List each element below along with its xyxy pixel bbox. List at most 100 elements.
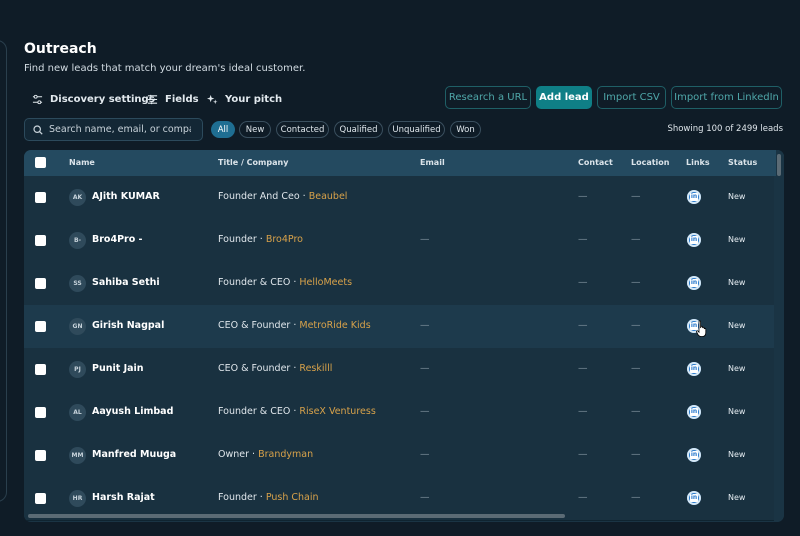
- location-empty: —: [631, 492, 641, 503]
- lead-company[interactable]: HelloMeets: [299, 277, 352, 288]
- row-checkbox[interactable]: [35, 364, 46, 375]
- row-checkbox[interactable]: [35, 192, 46, 203]
- linkedin-icon[interactable]: in: [687, 448, 701, 462]
- filter-new[interactable]: New: [239, 121, 271, 138]
- header-location[interactable]: Location: [631, 158, 670, 167]
- lead-company[interactable]: MetroRide Kids: [299, 320, 370, 331]
- header-contact[interactable]: Contact: [578, 158, 613, 167]
- table-row[interactable]: PJ Punit Jain CEO & Founder · Reskilll —…: [24, 348, 774, 392]
- row-checkbox[interactable]: [35, 235, 46, 246]
- linkedin-icon[interactable]: in: [687, 405, 701, 419]
- table-row[interactable]: B- Bro4Pro - Founder · Bro4Pro — — — in …: [24, 219, 774, 263]
- discovery-settings-label: Discovery settings: [50, 93, 155, 105]
- research-url-button[interactable]: Research a URL: [445, 86, 531, 109]
- email-empty: —: [420, 449, 430, 460]
- linkedin-icon[interactable]: in: [687, 233, 701, 247]
- linkedin-icon[interactable]: in: [687, 276, 701, 290]
- table-row[interactable]: AK AJith KUMAR Founder And Ceo · Beaubel…: [24, 176, 774, 220]
- search-icon: [33, 124, 43, 135]
- import-csv-button[interactable]: Import CSV: [597, 86, 666, 109]
- linkedin-icon[interactable]: in: [687, 491, 701, 505]
- avatar: MM: [69, 447, 86, 464]
- lead-company[interactable]: Brandyman: [258, 449, 313, 460]
- lead-title: Owner: [218, 449, 250, 460]
- title-company: CEO & Founder · MetroRide Kids: [218, 320, 371, 331]
- discovery-settings-button[interactable]: Discovery settings: [32, 92, 155, 106]
- lead-name[interactable]: AJith KUMAR: [92, 191, 160, 202]
- lead-name[interactable]: Girish Nagpal: [92, 320, 164, 331]
- avatar: AK: [69, 189, 86, 206]
- select-all-checkbox[interactable]: [35, 157, 46, 168]
- lead-title: Founder & CEO: [218, 277, 291, 288]
- title-company: Owner · Brandyman: [218, 449, 314, 460]
- status-badge: New: [728, 278, 746, 287]
- avatar: B-: [69, 232, 86, 249]
- your-pitch-label: Your pitch: [225, 93, 283, 105]
- header-status[interactable]: Status: [728, 158, 757, 167]
- avatar: SS: [69, 275, 86, 292]
- contact-empty: —: [578, 277, 588, 288]
- search-box[interactable]: [24, 118, 203, 141]
- lead-company[interactable]: Bro4Pro: [266, 234, 303, 245]
- header-name[interactable]: Name: [69, 158, 95, 167]
- search-input[interactable]: [49, 124, 191, 135]
- linkedin-icon[interactable]: in: [687, 190, 701, 204]
- table-row[interactable]: AL Aayush Limbad Founder & CEO · RiseX V…: [24, 391, 774, 435]
- header-title-company[interactable]: Title / Company: [218, 158, 288, 167]
- lead-company[interactable]: Beaubel: [309, 191, 348, 202]
- lead-name[interactable]: Harsh Rajat: [92, 492, 155, 503]
- header-email[interactable]: Email: [420, 158, 445, 167]
- row-checkbox[interactable]: [35, 407, 46, 418]
- row-checkbox[interactable]: [35, 278, 46, 289]
- title-company: Founder & CEO · RiseX Venturess: [218, 406, 376, 417]
- row-checkbox[interactable]: [35, 321, 46, 332]
- contact-empty: —: [578, 492, 588, 503]
- lead-name[interactable]: Sahiba Sethi: [92, 277, 160, 288]
- lead-company[interactable]: Reskilll: [299, 363, 332, 374]
- left-panel: [0, 40, 7, 502]
- page-subtitle: Find new leads that match your dream's i…: [24, 63, 306, 74]
- filter-all[interactable]: All: [211, 121, 235, 138]
- email-empty: —: [420, 492, 430, 503]
- page-title: Outreach: [24, 41, 97, 57]
- header-links[interactable]: Links: [686, 158, 710, 167]
- filter-unqualified[interactable]: Unqualified: [388, 121, 445, 138]
- your-pitch-button[interactable]: Your pitch: [207, 92, 282, 106]
- table-header: Name Title / Company Email Contact Locat…: [24, 150, 784, 176]
- avatar: HR: [69, 490, 86, 507]
- hand-cursor-icon: [696, 320, 707, 337]
- filter-contacted[interactable]: Contacted: [276, 121, 329, 138]
- lead-name[interactable]: Punit Jain: [92, 363, 144, 374]
- status-badge: New: [728, 450, 746, 459]
- lead-title: Founder: [218, 492, 257, 503]
- vertical-scrollbar[interactable]: [776, 150, 784, 522]
- lead-company[interactable]: RiseX Venturess: [299, 406, 375, 417]
- table-row[interactable]: SS Sahiba Sethi Founder & CEO · HelloMee…: [24, 262, 774, 306]
- contact-empty: —: [578, 320, 588, 331]
- location-empty: —: [631, 363, 641, 374]
- row-checkbox[interactable]: [35, 450, 46, 461]
- avatar: AL: [69, 404, 86, 421]
- showing-count: Showing 100 of 2499 leads: [667, 124, 783, 134]
- lead-company[interactable]: Push Chain: [266, 492, 319, 503]
- filter-won[interactable]: Won: [450, 121, 481, 138]
- linkedin-icon[interactable]: in: [687, 362, 701, 376]
- import-linkedin-button[interactable]: Import from LinkedIn: [671, 86, 782, 109]
- lead-name[interactable]: Aayush Limbad: [92, 406, 173, 417]
- horizontal-scroll-thumb[interactable]: [28, 514, 565, 518]
- title-company: Founder · Bro4Pro: [218, 234, 303, 245]
- lead-name[interactable]: Manfred Muuga: [92, 449, 176, 460]
- contact-empty: —: [578, 191, 588, 202]
- sliders-icon: [32, 94, 43, 104]
- lead-name[interactable]: Bro4Pro -: [92, 234, 143, 245]
- filter-qualified[interactable]: Qualified: [334, 121, 383, 138]
- vertical-scroll-thumb[interactable]: [777, 154, 781, 176]
- add-lead-button[interactable]: Add lead: [536, 86, 592, 109]
- fields-button[interactable]: Fields: [147, 92, 199, 106]
- location-empty: —: [631, 406, 641, 417]
- row-checkbox[interactable]: [35, 493, 46, 504]
- table-row[interactable]: MM Manfred Muuga Owner · Brandyman — — —…: [24, 434, 774, 478]
- table-row[interactable]: GN Girish Nagpal CEO & Founder · MetroRi…: [24, 305, 774, 349]
- status-badge: New: [728, 407, 746, 416]
- lead-title: Founder & CEO: [218, 406, 291, 417]
